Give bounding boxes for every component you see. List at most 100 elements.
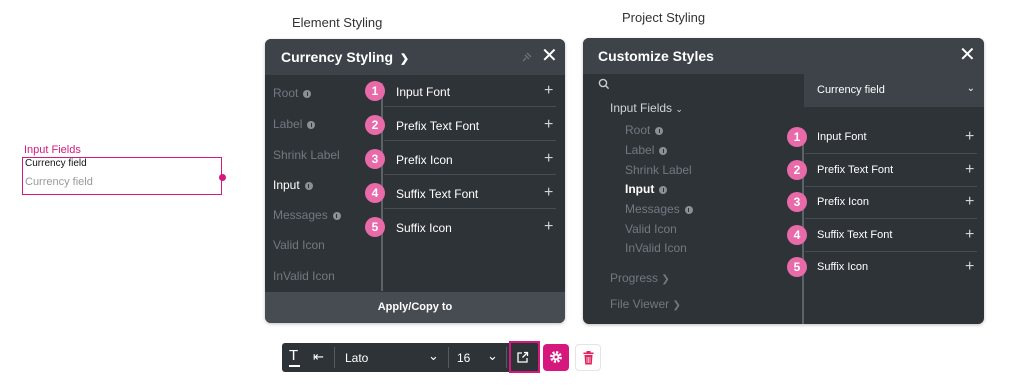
plus-icon[interactable]: + [965,129,974,145]
toolbar-divider [448,347,449,368]
divider [384,174,556,175]
align-left-icon[interactable]: ⇤ [313,349,324,365]
text-style-icon[interactable]: T [289,347,298,364]
item-input-font[interactable]: Input Font [396,85,450,99]
step-badge-4: 4 [365,183,385,203]
project-styling-caption: Project Styling [622,10,706,25]
font-dropdown-chevron-icon[interactable]: ⌄ [428,348,439,364]
info-icon[interactable] [659,185,668,194]
tree-item-valid-icon[interactable]: Valid Icon [625,222,677,236]
divider [384,106,556,107]
font-family-value[interactable]: Lato [345,351,368,365]
step-badge-5: 5 [365,217,385,237]
close-icon[interactable]: ✕ [541,45,558,67]
tree-group-file-viewer[interactable]: File Viewer ❯ [610,297,681,311]
toolbar-divider [506,347,507,368]
info-icon[interactable] [659,146,668,155]
item-prefix-text-font[interactable]: Prefix Text Font [396,119,479,133]
item-suffix-icon[interactable]: Suffix Icon [396,221,452,235]
plus-icon[interactable]: + [544,83,553,99]
chevron-right-icon: ❯ [672,300,681,311]
dropdown-value: Currency field [817,84,885,96]
plus-icon[interactable]: + [965,227,974,243]
info-icon[interactable] [304,181,313,190]
sidebar-item-invalid-icon[interactable]: InValid Icon [273,269,335,283]
close-icon[interactable]: ✕ [959,44,976,66]
info-icon[interactable] [307,120,316,129]
element-styling-caption: Element Styling [292,15,383,30]
panel-header: Customize Styles ✕ [583,38,984,74]
delete-button[interactable] [575,344,601,371]
style-target-dropdown[interactable]: Currency field ⌄ [804,74,984,107]
step-badge-2: 2 [365,115,385,135]
tree-group-progress[interactable]: Progress ❯ [610,271,670,285]
chevron-down-icon: ⌄ [966,83,975,94]
apply-copy-label: Apply/Copy to [377,301,453,313]
element-styling-panel: Currency Styling ❯ ✕ Root Label Shrink L… [265,39,565,323]
plus-icon[interactable]: + [544,185,553,201]
widget-field-label: Currency field [25,158,87,169]
info-icon[interactable] [332,211,341,220]
step-badge-3: 3 [365,149,385,169]
plus-icon[interactable]: + [544,151,553,167]
tree-item-messages[interactable]: Messages [625,202,693,216]
sidebar-item-root[interactable]: Root [273,86,312,100]
plus-icon[interactable]: + [544,219,553,235]
font-size-value[interactable]: 16 [457,351,470,365]
currency-field-widget[interactable]: Currency field Currency field [22,157,226,195]
item-prefix-icon[interactable]: Prefix Icon [396,153,453,167]
tree-item-invalid-icon[interactable]: InValid Icon [625,241,687,255]
panel-header: Currency Styling ❯ ✕ [265,39,565,75]
widget-group-label: Input Fields [24,144,81,156]
apply-copy-button[interactable]: Apply/Copy to [265,292,565,323]
plus-icon[interactable]: + [965,162,974,178]
divider [805,218,977,219]
sidebar-item-input[interactable]: Input [273,178,313,192]
sidebar-item-messages[interactable]: Messages [273,208,341,222]
plus-icon[interactable]: + [544,117,553,133]
info-icon[interactable] [655,126,664,135]
item-prefix-text-font[interactable]: Prefix Text Font [817,164,893,176]
step-badge-1: 1 [365,81,385,101]
text-underline-bar [289,365,300,367]
search-icon[interactable] [598,78,610,90]
size-dropdown-chevron-icon[interactable]: ⌄ [487,348,498,364]
resize-handle[interactable] [219,174,226,181]
tree-group-input-fields[interactable]: Input Fields ⌄ [610,101,683,115]
item-suffix-text-font[interactable]: Suffix Text Font [396,187,478,201]
divider [384,140,556,141]
step-badge-5: 5 [787,257,807,277]
item-prefix-icon[interactable]: Prefix Icon [817,196,869,208]
item-input-font[interactable]: Input Font [817,131,867,143]
chevron-down-icon[interactable]: ❯ [400,53,409,65]
widget-field-placeholder: Currency field [25,176,93,188]
sidebar-item-label[interactable]: Label [273,117,316,131]
step-badge-3: 3 [787,192,807,212]
plus-icon[interactable]: + [965,259,974,275]
chevron-right-icon: ❯ [661,274,670,285]
toolbar-divider [334,347,335,368]
sidebar-item-valid-icon[interactable]: Valid Icon [273,238,325,252]
step-badge-2: 2 [787,160,807,180]
item-suffix-icon[interactable]: Suffix Icon [817,261,868,273]
divider [805,186,977,187]
external-button-highlight [509,341,540,373]
pin-icon[interactable] [521,52,532,63]
info-icon[interactable] [303,89,312,98]
tree-item-shrink-label[interactable]: Shrink Label [625,163,692,177]
info-icon[interactable] [684,205,693,214]
step-badge-1: 1 [787,127,807,147]
panel-title[interactable]: Currency Styling ❯ [281,49,409,65]
divider [805,251,977,252]
item-suffix-text-font[interactable]: Suffix Text Font [817,229,892,241]
chevron-down-icon: ⌄ [675,104,683,114]
settings-button[interactable] [543,344,569,371]
divider [384,208,556,209]
trash-icon [583,351,594,365]
text-toolbar: T ⇤ Lato ⌄ 16 ⌄ [282,343,540,372]
sidebar-item-shrink-label[interactable]: Shrink Label [273,148,340,162]
tree-item-root[interactable]: Root [625,123,664,137]
tree-item-label[interactable]: Label [625,143,668,157]
tree-item-input[interactable]: Input [625,182,668,196]
plus-icon[interactable]: + [965,194,974,210]
